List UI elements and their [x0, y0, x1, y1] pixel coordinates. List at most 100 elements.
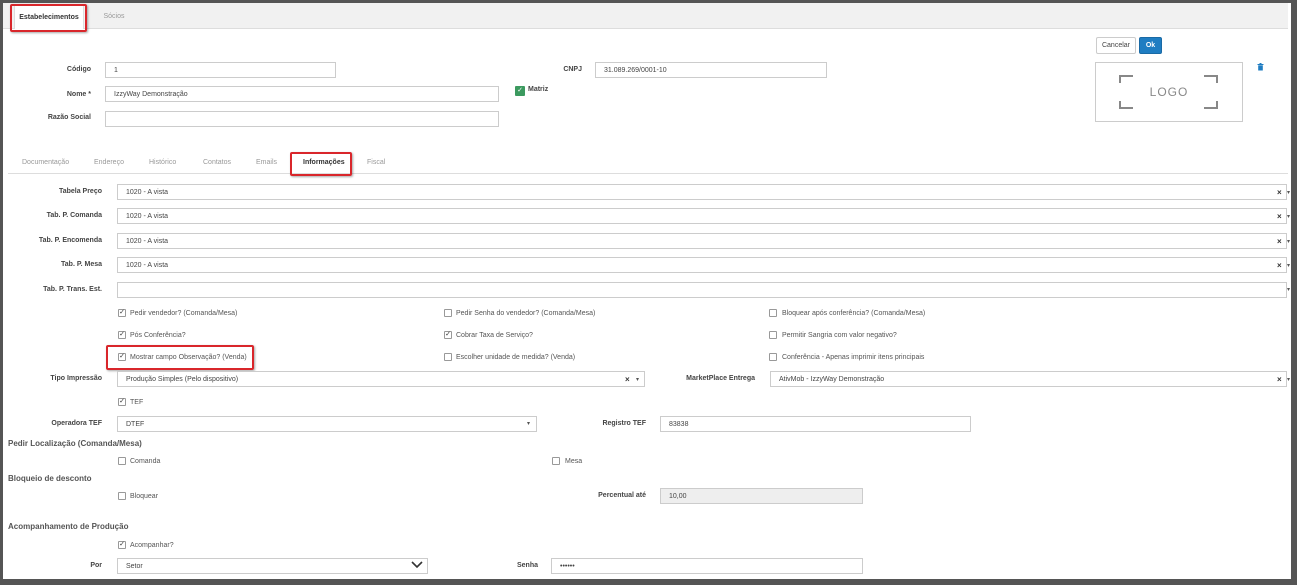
senha-input[interactable]: •••••• — [551, 558, 863, 574]
tab-p-trans-est-label: Tab. P. Trans. Est. — [43, 286, 102, 293]
tab-endereco[interactable]: Endereço — [94, 159, 124, 166]
logo-placeholder-text: LOGO — [1149, 85, 1189, 99]
tab-estabelecimentos[interactable]: Estabelecimentos — [14, 5, 84, 29]
matriz-checkbox[interactable]: ✓ — [515, 86, 525, 96]
caret-down-icon[interactable]: ▾ — [1287, 213, 1290, 220]
tab-p-comanda-select[interactable]: 1020 - A vista — [117, 208, 1287, 224]
mostrar-observacao-label: Mostrar campo Observação? (Venda) — [130, 354, 247, 361]
escolher-unidade-checkbox[interactable] — [444, 353, 452, 361]
tab-fiscal[interactable]: Fiscal — [367, 159, 385, 166]
clear-icon[interactable]: × — [625, 375, 630, 384]
tipo-impressao-select[interactable]: Produção Simples (Pelo dispositivo) — [117, 371, 645, 387]
caret-down-icon[interactable]: ▾ — [636, 376, 639, 383]
logo-corner-br — [1204, 101, 1218, 109]
permitir-sangria-label: Permitir Sangria com valor negativo? — [782, 332, 897, 339]
escolher-unidade-label: Escolher unidade de medida? (Venda) — [456, 354, 576, 361]
registro-tef-input[interactable]: 83838 — [660, 416, 971, 432]
sub-tab-bar — [8, 152, 1288, 174]
conferencia-itens-principais-label: Conferência - Apenas imprimir itens prin… — [782, 354, 925, 361]
tipo-impressao-label: Tipo Impressão — [50, 375, 102, 382]
tab-contatos[interactable]: Contatos — [203, 159, 231, 166]
conferencia-itens-principais-checkbox[interactable] — [769, 353, 777, 361]
tab-historico[interactable]: Histórico — [149, 159, 176, 166]
clear-icon[interactable]: × — [1277, 261, 1282, 270]
trash-icon[interactable] — [1257, 63, 1264, 71]
pedir-vendedor-label: Pedir vendedor? (Comanda/Mesa) — [130, 310, 238, 317]
tabela-preco-select[interactable]: 1020 - A vista — [117, 184, 1287, 200]
tef-label: TEF — [130, 399, 144, 406]
caret-down-icon[interactable]: ▾ — [1287, 286, 1290, 293]
tab-p-mesa-select[interactable]: 1020 - A vista — [117, 257, 1287, 273]
razao-social-input[interactable] — [105, 111, 499, 127]
acompanhar-label: Acompanhar? — [130, 542, 174, 549]
ok-button[interactable]: Ok — [1139, 37, 1162, 54]
tab-socios[interactable]: Sócios — [96, 5, 132, 29]
codigo-input[interactable]: 1 — [105, 62, 336, 78]
tab-p-comanda-label: Tab. P. Comanda — [46, 212, 102, 219]
pedir-senha-vendedor-checkbox[interactable] — [444, 309, 452, 317]
tabela-preco-label: Tabela Preço — [58, 188, 102, 195]
tab-emails[interactable]: Emails — [256, 159, 277, 166]
pedir-senha-vendedor-label: Pedir Senha do vendedor? (Comanda/Mesa) — [456, 310, 596, 317]
bloquear-checkbox[interactable] — [118, 492, 126, 500]
cobrar-taxa-servico-checkbox[interactable]: ✓ — [444, 331, 452, 339]
caret-down-icon[interactable]: ▾ — [1287, 189, 1290, 196]
logo-corner-tl — [1119, 75, 1133, 83]
percentual-ate-input[interactable]: 10,00 — [660, 488, 863, 504]
operadora-tef-label: Operadora TEF — [51, 420, 102, 427]
clear-icon[interactable]: × — [1277, 375, 1282, 384]
caret-down-icon[interactable]: ▾ — [1287, 376, 1290, 383]
pedir-localizacao-heading: Pedir Localização (Comanda/Mesa) — [8, 439, 142, 448]
percentual-ate-label: Percentual até — [598, 492, 646, 499]
por-select[interactable]: Setor — [117, 558, 428, 574]
mesa-label: Mesa — [565, 458, 583, 465]
clear-icon[interactable]: × — [1277, 237, 1282, 246]
cobrar-taxa-servico-label: Cobrar Taxa de Serviço? — [456, 332, 533, 339]
nome-label: Nome * — [66, 91, 91, 98]
pos-conferencia-label: Pós Conferência? — [130, 332, 186, 339]
tab-p-mesa-label: Tab. P. Mesa — [61, 261, 102, 268]
caret-down-icon[interactable]: ▾ — [1287, 238, 1290, 245]
cancel-button[interactable]: Cancelar — [1096, 37, 1136, 54]
clear-icon[interactable]: × — [1277, 188, 1282, 197]
top-tab-bar — [3, 3, 1288, 29]
senha-label: Senha — [516, 562, 538, 569]
caret-down-icon[interactable]: ▾ — [1287, 262, 1290, 269]
registro-tef-label: Registro TEF — [602, 420, 646, 427]
cnpj-label: CNPJ — [563, 66, 582, 73]
nome-input[interactable]: IzzyWay Demonstração — [105, 86, 499, 102]
razao-social-label: Razão Social — [47, 114, 91, 121]
pos-conferencia-checkbox[interactable]: ✓ — [118, 331, 126, 339]
tab-p-trans-est-select[interactable] — [117, 282, 1287, 298]
logo-corner-tr — [1204, 75, 1218, 83]
mostrar-observacao-checkbox[interactable]: ✓ — [118, 353, 126, 361]
bloqueio-desconto-heading: Bloqueio de desconto — [8, 474, 92, 483]
pedir-vendedor-checkbox[interactable]: ✓ — [118, 309, 126, 317]
tab-p-encomenda-select[interactable]: 1020 - A vista — [117, 233, 1287, 249]
bloquear-apos-conferencia-label: Bloquear após conferência? (Comanda/Mesa… — [782, 310, 926, 317]
permitir-sangria-checkbox[interactable] — [769, 331, 777, 339]
marketplace-entrega-select[interactable]: AtivMob - IzzyWay Demonstração — [770, 371, 1287, 387]
acompanhamento-producao-heading: Acompanhamento de Produção — [8, 522, 129, 531]
bloquear-label: Bloquear — [130, 493, 159, 500]
logo-upload[interactable]: LOGO — [1095, 62, 1243, 122]
caret-down-icon[interactable]: ▾ — [527, 420, 530, 427]
mesa-checkbox[interactable] — [552, 457, 560, 465]
tab-documentacao[interactable]: Documentação — [22, 159, 69, 166]
tab-informacoes[interactable]: Informações — [303, 159, 345, 166]
clear-icon[interactable]: × — [1277, 212, 1282, 221]
marketplace-entrega-label: MarketPlace Entrega — [686, 375, 755, 382]
operadora-tef-select[interactable]: DTEF — [117, 416, 537, 432]
matriz-label: Matriz — [528, 86, 549, 93]
bloquear-apos-conferencia-checkbox[interactable] — [769, 309, 777, 317]
tef-checkbox[interactable]: ✓ — [118, 398, 126, 406]
cnpj-input[interactable]: 31.089.269/0001-10 — [595, 62, 827, 78]
acompanhar-checkbox[interactable]: ✓ — [118, 541, 126, 549]
por-label: Por — [90, 562, 102, 569]
comanda-checkbox[interactable] — [118, 457, 126, 465]
tab-p-encomenda-label: Tab. P. Encomenda — [38, 237, 102, 244]
logo-corner-bl — [1119, 101, 1133, 109]
comanda-label: Comanda — [130, 458, 161, 465]
codigo-label: Código — [66, 66, 91, 73]
chevron-down-icon[interactable] — [411, 561, 423, 569]
